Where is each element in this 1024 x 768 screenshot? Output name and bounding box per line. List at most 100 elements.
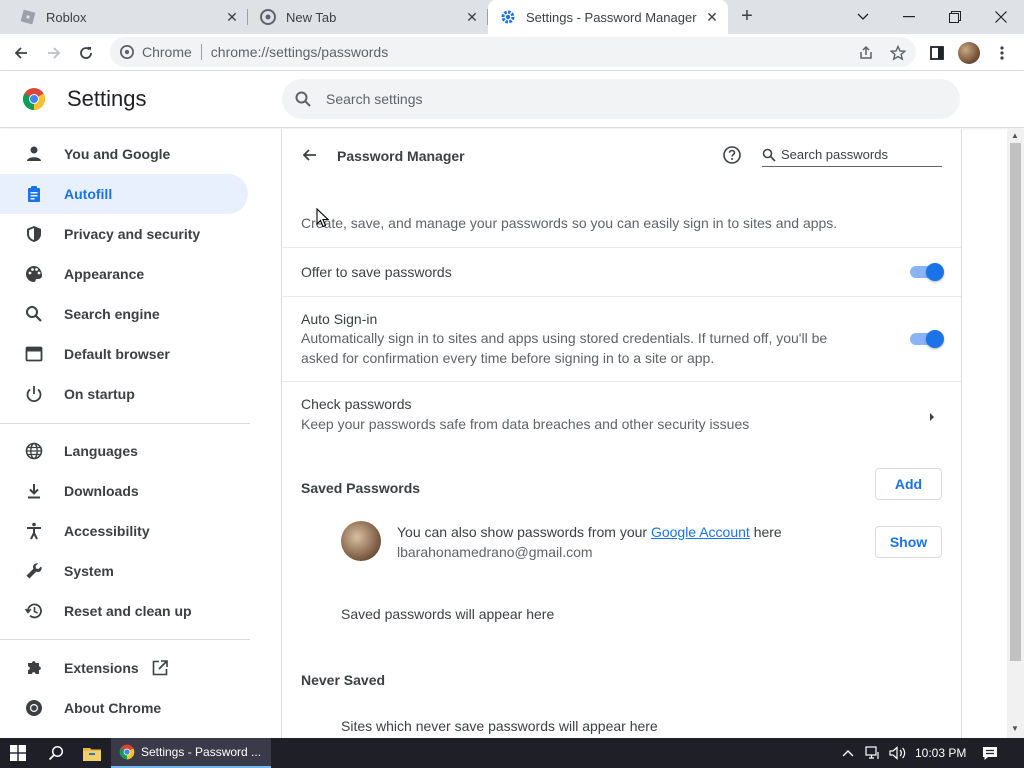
- close-tab-icon[interactable]: ✕: [224, 9, 240, 25]
- offer-to-save-toggle[interactable]: [910, 263, 944, 281]
- windows-start-icon[interactable]: [0, 738, 36, 768]
- search-icon: [762, 148, 776, 162]
- settings-gear-icon: [500, 9, 516, 25]
- puzzle-icon: [24, 658, 44, 678]
- tab-title: Settings - Password Manager: [526, 9, 697, 25]
- sidebar-divider: [0, 639, 250, 640]
- back-arrow-icon[interactable]: [300, 145, 320, 165]
- sidebar-item-about-chrome[interactable]: About Chrome: [0, 688, 248, 728]
- menu-kebab-icon[interactable]: [991, 42, 1013, 64]
- sidebar-item-label: Appearance: [64, 266, 145, 282]
- settings-title: Settings: [67, 86, 147, 111]
- sidebar-item-default-browser[interactable]: Default browser: [0, 334, 248, 374]
- history-icon: [24, 601, 44, 621]
- add-password-button[interactable]: Add: [875, 468, 942, 500]
- never-saved-empty-text: Sites which never save passwords will ap…: [341, 718, 658, 734]
- back-button[interactable]: [8, 40, 34, 66]
- profile-avatar[interactable]: [958, 42, 980, 64]
- share-icon[interactable]: [855, 42, 877, 64]
- avatar: [341, 521, 381, 561]
- sidebar-item-privacy-and-security[interactable]: Privacy and security: [0, 214, 248, 254]
- check-passwords-row[interactable]: Check passwords Keep your passwords safe…: [282, 382, 961, 440]
- show-passwords-button[interactable]: Show: [875, 526, 942, 558]
- google-account-link[interactable]: Google Account: [651, 524, 750, 540]
- sidebar-item-reset-and-clean-up[interactable]: Reset and clean up: [0, 591, 248, 631]
- account-text-prefix: You can also show passwords from your: [397, 524, 651, 540]
- search-placeholder: Search passwords: [781, 147, 888, 162]
- forward-button[interactable]: [41, 40, 67, 66]
- sidebar-item-label: You and Google: [64, 146, 171, 162]
- help-icon[interactable]: [722, 145, 742, 165]
- taskbar-app-chrome[interactable]: Settings - Password ...: [111, 738, 271, 768]
- mouse-cursor-icon: [316, 207, 330, 228]
- page-title: Password Manager: [337, 148, 465, 164]
- windows-taskbar: Settings - Password ... 10:03 PM: [0, 738, 1024, 768]
- page-description: Create, save, and manage your passwords …: [301, 215, 838, 231]
- check-passwords-description: Keep your passwords safe from data breac…: [301, 416, 750, 432]
- scroll-up-arrow-icon[interactable]: ▲: [1011, 131, 1019, 140]
- power-icon: [24, 384, 44, 404]
- side-panel-icon[interactable]: [926, 42, 948, 64]
- clock-time[interactable]: 10:03 PM: [915, 738, 966, 768]
- sidebar-item-autofill[interactable]: Autofill: [0, 174, 248, 214]
- page-scrollbar[interactable]: ▲ ▼: [1007, 129, 1024, 738]
- row-divider: [282, 296, 961, 297]
- browser-toolbar: Chrome chrome://settings/passwords: [0, 34, 1024, 71]
- sidebar-item-search-engine[interactable]: Search engine: [0, 294, 248, 334]
- chrome-logo-icon: [22, 87, 46, 111]
- sidebar-item-appearance[interactable]: Appearance: [0, 254, 248, 294]
- tab-new-tab[interactable]: New Tab ✕: [248, 0, 488, 34]
- sidebar-item-extensions[interactable]: Extensions: [0, 648, 248, 688]
- sidebar-item-languages[interactable]: Languages: [0, 431, 248, 471]
- account-text-suffix: here: [749, 524, 782, 540]
- account-storage-text: You can also show passwords from your Go…: [397, 524, 782, 540]
- external-link-icon: [151, 659, 169, 677]
- sidebar-item-accessibility[interactable]: Accessibility: [0, 511, 248, 551]
- settings-search-input[interactable]: Search settings: [282, 79, 960, 119]
- check-passwords-label: Check passwords: [301, 396, 412, 412]
- new-tab-button[interactable]: +: [736, 6, 758, 28]
- shield-icon: [24, 224, 44, 244]
- chrome-favicon-icon: [260, 9, 276, 25]
- notifications-icon[interactable]: [982, 738, 998, 768]
- tray-chevron-up-icon[interactable]: [842, 738, 854, 768]
- tab-title: New Tab: [286, 9, 337, 25]
- minimize-button[interactable]: [886, 0, 932, 34]
- file-explorer-icon[interactable]: [74, 738, 110, 768]
- tab-search-chevron-icon[interactable]: [840, 0, 886, 34]
- tab-strip: Roblox ✕ New Tab ✕ Settings - Password M…: [0, 0, 1024, 34]
- volume-icon[interactable]: [889, 738, 907, 768]
- address-bar[interactable]: Chrome chrome://settings/passwords: [110, 37, 916, 67]
- tab-settings[interactable]: Settings - Password Manager ✕: [488, 0, 728, 34]
- auto-signin-toggle[interactable]: [910, 330, 944, 348]
- taskbar-app-label: Settings - Password ...: [141, 745, 262, 759]
- saved-passwords-heading: Saved Passwords: [301, 480, 421, 496]
- sidebar-item-you-and-google[interactable]: You and Google: [0, 134, 248, 174]
- site-label: Chrome: [142, 44, 192, 60]
- wrench-icon: [24, 561, 44, 581]
- download-icon: [24, 481, 44, 501]
- reload-button[interactable]: [73, 40, 99, 66]
- close-tab-icon[interactable]: ✕: [464, 9, 480, 25]
- sidebar-item-on-startup[interactable]: On startup: [0, 374, 248, 414]
- accessibility-icon: [24, 521, 44, 541]
- restore-button[interactable]: [932, 0, 978, 34]
- clipboard-icon: [24, 184, 44, 204]
- scroll-down-arrow-icon[interactable]: ▼: [1011, 724, 1019, 733]
- password-search-input[interactable]: Search passwords: [762, 143, 942, 167]
- close-window-button[interactable]: [978, 0, 1024, 34]
- taskbar-search-icon[interactable]: [38, 738, 74, 768]
- sidebar-divider: [0, 423, 250, 424]
- network-icon[interactable]: [865, 738, 881, 768]
- search-icon: [24, 304, 44, 324]
- settings-sidebar: You and Google Autofill Privacy and secu…: [0, 129, 280, 738]
- sidebar-item-label: On startup: [64, 386, 135, 402]
- chevron-right-icon: [927, 409, 937, 421]
- scrollbar-thumb[interactable]: [1010, 143, 1021, 661]
- bookmark-star-icon[interactable]: [887, 42, 909, 64]
- account-email: lbarahonamedrano@gmail.com: [397, 544, 593, 560]
- sidebar-item-downloads[interactable]: Downloads: [0, 471, 248, 511]
- sidebar-item-system[interactable]: System: [0, 551, 248, 591]
- tab-roblox[interactable]: Roblox ✕: [0, 0, 248, 34]
- close-tab-icon[interactable]: ✕: [704, 9, 720, 25]
